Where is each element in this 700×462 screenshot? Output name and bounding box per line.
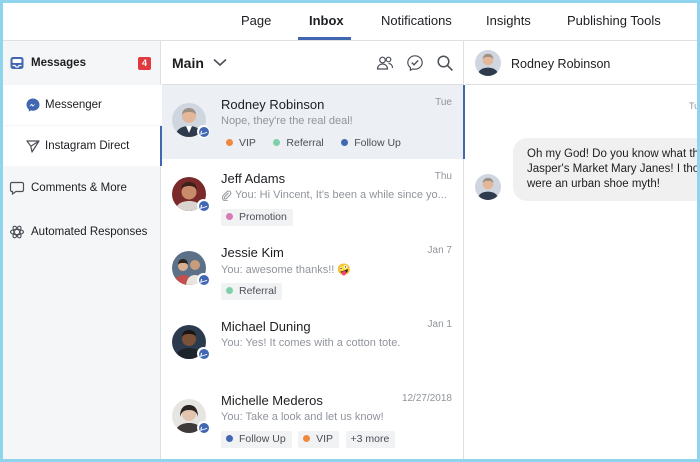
tab-publishing-tools[interactable]: Publishing Tools (567, 13, 661, 28)
tag-dot (226, 287, 233, 294)
message-timestamp: Tu (689, 101, 697, 111)
tag-dot (341, 139, 349, 146)
paperclip-icon (221, 190, 232, 201)
tag-label: Promotion (239, 211, 287, 223)
chat-header: Rodney Robinson (465, 41, 697, 85)
tag-label: VIP (239, 137, 256, 149)
message-preview: Nope, they're the real deal! (221, 115, 353, 127)
active-tab-indicator (298, 37, 351, 40)
sidebar-item-label: Messenger (45, 99, 102, 111)
tag-label: VIP (316, 433, 334, 445)
sidebar-item-instagram-direct[interactable]: Instagram Direct (3, 126, 162, 166)
label-tags: Referral (221, 281, 284, 300)
unread-count-badge: 4 (138, 57, 151, 70)
label-tag[interactable]: Referral (221, 283, 283, 300)
tab-insights[interactable]: Insights (486, 13, 531, 28)
list-item[interactable]: Jeff Adams Thu You: Hi Vincent, It's bee… (162, 159, 464, 233)
timestamp: Tue (435, 97, 452, 108)
label-tag[interactable]: Follow Up (221, 431, 292, 448)
chat-panel: Rodney Robinson Tu Oh my God! Do you kno… (465, 41, 697, 459)
assign-people-icon[interactable] (376, 54, 394, 72)
tag-dot (226, 139, 233, 146)
sidebar: Messages 4 Messenger Instagram Direct Co… (3, 41, 162, 459)
sidebar-item-comments[interactable]: Comments & More (3, 168, 161, 208)
sidebar-item-messages[interactable]: Messages 4 (3, 43, 161, 83)
tag-dot (226, 213, 233, 220)
send-arrow-icon (25, 138, 41, 154)
tag-label: Referral (286, 137, 324, 149)
top-nav: Page Inbox Notifications Insights Publis… (3, 3, 697, 41)
message-preview: You: Take a look and let us know! (221, 411, 384, 423)
search-icon[interactable] (436, 54, 454, 72)
sidebar-item-messenger[interactable]: Messenger (3, 85, 161, 125)
contact-name: Michael Duning (221, 319, 311, 334)
tag-dot (273, 139, 281, 146)
message-preview: You: Hi Vincent, It's been a while since… (221, 189, 447, 201)
app-window: Page Inbox Notifications Insights Publis… (3, 3, 697, 459)
message-preview: You: awesome thanks!! 🤪 (221, 264, 352, 276)
messenger-badge-icon (197, 347, 210, 360)
label-tags: Follow Up VIP +3 more (221, 429, 397, 448)
contact-name: Michelle Mederos (221, 393, 323, 408)
label-tag[interactable]: VIP (221, 135, 262, 152)
sidebar-item-label: Automated Responses (31, 226, 148, 238)
speech-bubble-icon (9, 180, 25, 196)
sidebar-item-label: Comments & More (31, 182, 127, 194)
tag-dot (226, 435, 233, 442)
more-tags-button[interactable]: +3 more (345, 431, 396, 448)
tag-dot (303, 435, 311, 442)
sidebar-item-label: Messages (31, 57, 86, 69)
contact-name: Jeff Adams (221, 171, 286, 186)
list-header: Main (162, 41, 464, 85)
timestamp: Jan 7 (427, 245, 452, 256)
tab-page[interactable]: Page (241, 13, 271, 28)
list-item[interactable]: Michelle Mederos 12/27/2018 You: Take a … (162, 381, 464, 455)
tab-inbox[interactable]: Inbox (309, 13, 344, 28)
tag-label: Follow Up (354, 137, 401, 149)
label-tag[interactable]: Follow Up (336, 135, 407, 152)
message-line: Jasper's Market Mary Janes! I tho (527, 163, 697, 175)
message-line: were an urban shoe myth! (527, 178, 660, 190)
chat-contact-name[interactable]: Rodney Robinson (511, 57, 610, 71)
messenger-badge-icon (197, 125, 210, 138)
label-tags: VIP Referral Follow Up (221, 133, 409, 152)
avatar[interactable] (475, 50, 501, 76)
message-bubble: Oh my God! Do you know what th Jasper's … (513, 138, 697, 201)
messenger-icon (25, 97, 41, 113)
chevron-down-icon[interactable] (212, 55, 228, 74)
label-tags: Promotion (221, 207, 295, 226)
messenger-badge-icon (197, 273, 210, 286)
inbox-tray-icon (9, 55, 25, 71)
folder-title[interactable]: Main (172, 55, 204, 71)
list-item[interactable]: Jessie Kim Jan 7 You: awesome thanks!! 🤪… (162, 233, 464, 307)
tag-label: Referral (239, 285, 277, 297)
sidebar-item-label: Instagram Direct (45, 140, 130, 152)
label-tag[interactable]: VIP (298, 431, 340, 448)
label-tag[interactable]: Referral (268, 135, 329, 152)
message-line: Oh my God! Do you know what th (527, 148, 697, 160)
list-item[interactable]: Michael Duning Jan 1 You: Yes! It comes … (162, 307, 464, 381)
contact-name: Rodney Robinson (221, 97, 325, 112)
message-preview: You: Yes! It comes with a cotton tote. (221, 337, 401, 349)
sidebar-item-automated-responses[interactable]: Automated Responses (3, 212, 161, 252)
label-tag[interactable]: Promotion (221, 209, 293, 226)
preview-text: You: Hi Vincent, It's been a while since… (235, 189, 447, 201)
conversation-list: Main Rodney Robinson Tue Nope, they're t… (162, 41, 465, 459)
atom-icon (9, 224, 25, 240)
mark-done-icon[interactable] (406, 54, 424, 72)
contact-name: Jessie Kim (221, 245, 284, 260)
messenger-badge-icon (197, 199, 210, 212)
timestamp: Thu (434, 171, 452, 182)
timestamp: Jan 1 (427, 319, 452, 330)
list-item[interactable]: Rodney Robinson Tue Nope, they're the re… (162, 85, 465, 159)
messenger-badge-icon (197, 421, 210, 434)
tag-label: Follow Up (239, 433, 286, 445)
avatar (475, 174, 501, 200)
tab-notifications[interactable]: Notifications (381, 13, 452, 28)
timestamp: 12/27/2018 (401, 393, 452, 404)
